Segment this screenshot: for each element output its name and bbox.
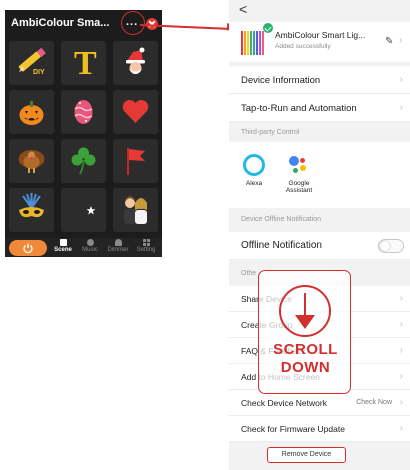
flag-icon xyxy=(127,148,145,175)
check-now-value: Check Now xyxy=(356,399,392,406)
couple-icon xyxy=(124,196,147,224)
menu-firmware-update[interactable]: Check for Firmware Update › xyxy=(229,416,410,442)
menu-device-information[interactable]: Device Information › xyxy=(229,66,410,94)
heart-icon xyxy=(122,99,149,123)
device-title: AmbiColour Sma... xyxy=(11,17,110,29)
scene-tile-halloween[interactable] xyxy=(9,90,54,134)
shamrock-icon xyxy=(71,147,96,175)
device-name: AmbiColour Smart Lig... xyxy=(275,30,366,40)
scene-tile-eid[interactable] xyxy=(61,188,106,232)
section-header-offline: Device Offline Notification xyxy=(241,216,322,223)
scene-header: AmbiColour Sma... ... xyxy=(5,10,162,38)
pumpkin-icon xyxy=(19,101,44,125)
alexa-label: Alexa xyxy=(245,180,263,187)
santa-icon xyxy=(126,47,145,74)
scene-tile-diy[interactable]: DIY xyxy=(9,41,54,85)
google-assistant-icon[interactable] xyxy=(287,154,311,176)
chevron-right-icon: › xyxy=(399,371,403,382)
chevron-right-icon: › xyxy=(399,102,403,113)
bulb-icon xyxy=(114,239,122,246)
offline-notification-toggle[interactable] xyxy=(378,239,404,253)
scene-tile-st-patricks[interactable] xyxy=(61,139,106,183)
diy-label: DIY xyxy=(33,69,45,76)
chevron-right-icon: › xyxy=(399,345,403,356)
menu-label: Check Device Network xyxy=(241,398,327,408)
scroll-text-line1: SCROLL xyxy=(273,341,338,358)
scene-tile-text[interactable]: T xyxy=(61,41,106,85)
scroll-down-overlay: SCROLL DOWN xyxy=(258,270,351,394)
scene-tile-valentine[interactable] xyxy=(113,90,158,134)
back-icon[interactable]: < xyxy=(239,1,247,17)
offline-notification-row: Offline Notification xyxy=(229,232,410,260)
device-settings-screen: < AmbiColour Smart Lig... Added successf… xyxy=(229,0,410,470)
section-header-other: Othe xyxy=(241,270,257,277)
easter-egg-icon xyxy=(74,100,93,124)
device-image xyxy=(239,27,265,57)
tab-label: Setting xyxy=(136,247,156,253)
music-icon xyxy=(86,239,94,246)
remove-device-button[interactable]: Remove Device xyxy=(267,447,346,463)
scene-tile-easter[interactable] xyxy=(61,90,106,134)
third-party-panel: Alexa Google Assistant xyxy=(229,142,410,208)
tab-label: Scene xyxy=(54,247,72,253)
diy-pencil-icon xyxy=(18,47,46,72)
bottom-tab-bar: Scene Music Dimmer Setting xyxy=(5,238,162,257)
scene-screen: AmbiColour Sma... ... DIY T Scene Music … xyxy=(5,10,162,257)
edit-icon[interactable]: ✎ xyxy=(385,36,393,47)
highlight-circle xyxy=(121,11,145,35)
scene-tile-flag[interactable] xyxy=(113,139,158,183)
tab-music[interactable]: Music xyxy=(76,239,104,253)
scene-tile-christmas[interactable] xyxy=(113,41,158,85)
grid-icon xyxy=(142,239,150,246)
power-icon xyxy=(23,243,33,254)
carnival-mask-icon xyxy=(19,193,44,218)
offline-notification-label: Offline Notification xyxy=(241,240,322,251)
alexa-icon[interactable] xyxy=(243,154,265,176)
google-assistant-label: Google Assistant xyxy=(285,180,313,194)
chevron-right-icon: › xyxy=(399,74,403,85)
scene-tile-thanksgiving[interactable] xyxy=(9,139,54,183)
power-button[interactable] xyxy=(9,240,47,256)
menu-label: Tap-to-Run and Automation xyxy=(241,103,357,114)
tab-label: Dimmer xyxy=(107,247,129,253)
tab-label: Music xyxy=(82,247,98,253)
chevron-right-icon: › xyxy=(399,397,403,408)
letter-t-icon: T xyxy=(74,45,97,82)
arrow-down-icon xyxy=(295,293,315,329)
scroll-text-line2: DOWN xyxy=(280,359,331,376)
chevron-right-icon: › xyxy=(399,35,403,46)
section-header-third-party: Third-party Control xyxy=(241,129,300,136)
tab-dimmer[interactable]: Dimmer xyxy=(104,239,132,253)
menu-tap-to-run[interactable]: Tap-to-Run and Automation › xyxy=(229,94,410,122)
crescent-star-icon xyxy=(75,198,96,222)
device-status: Added successfully xyxy=(275,43,331,50)
menu-label: Check for Firmware Update xyxy=(241,424,345,434)
scene-tile-wedding[interactable] xyxy=(113,188,158,232)
chevron-right-icon: › xyxy=(399,319,403,330)
chevron-right-icon: › xyxy=(399,293,403,304)
menu-label: Device Information xyxy=(241,75,321,86)
scene-icon xyxy=(59,239,67,246)
chevron-right-icon: › xyxy=(399,423,403,434)
tab-scene[interactable]: Scene xyxy=(49,239,77,253)
tab-setting[interactable]: Setting xyxy=(132,239,160,253)
turkey-icon xyxy=(18,150,45,173)
scene-tile-carnival[interactable] xyxy=(9,188,54,232)
scroll-circle xyxy=(279,285,331,337)
check-icon xyxy=(263,23,273,33)
device-card[interactable]: AmbiColour Smart Lig... Added successful… xyxy=(229,22,410,62)
